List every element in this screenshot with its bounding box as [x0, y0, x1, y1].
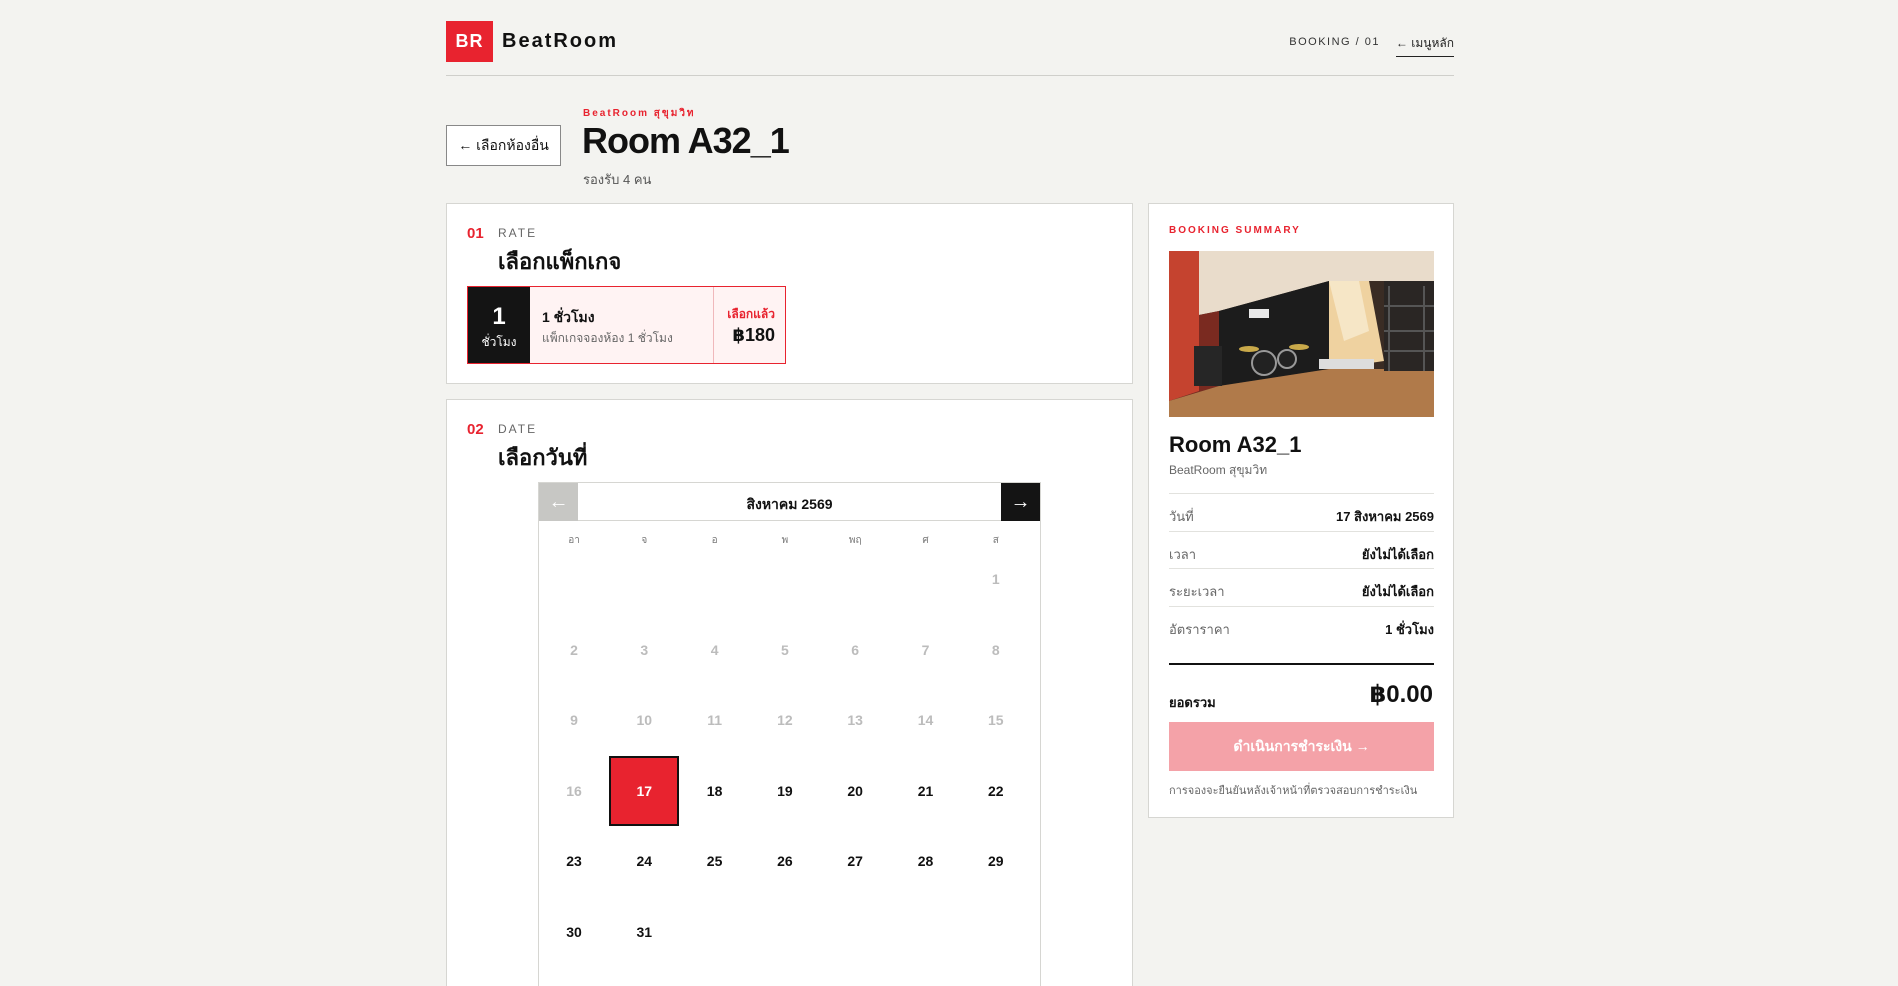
calendar-day-16: 16 — [566, 782, 582, 799]
summary-row-label: เวลา — [1169, 547, 1197, 562]
logo[interactable]: BR — [446, 21, 493, 62]
calendar-day-8: 8 — [991, 641, 1000, 658]
weekday-label: ศ — [922, 535, 929, 546]
summary-row-label: อัตราราคา — [1169, 622, 1230, 637]
step-label: DATE — [498, 422, 538, 436]
calendar-day-31[interactable]: 31 — [609, 897, 679, 967]
calendar-day-23[interactable]: 23 — [539, 826, 609, 896]
step-title: เลือกแพ็กเกจ — [498, 249, 622, 274]
calendar-day-2: 2 — [570, 641, 578, 658]
payment-note: การจองจะยืนยันหลังเจ้าหน้าที่ตรวจสอบการช… — [1169, 785, 1418, 797]
calendar-day-6: 6 — [851, 641, 860, 658]
weekday-label: อ — [711, 535, 718, 546]
choose-other-room-button[interactable]: ← เลือกห้องอื่น — [446, 125, 561, 166]
calendar-day-7: 7 — [921, 641, 930, 658]
date-panel: 02 DATE เลือกวันที่ ← สิงหาคม 2569 → อา จ… — [446, 399, 1133, 986]
package-hours: 1 — [492, 303, 506, 330]
summary-row-value: ยังไม่ได้เลือก — [1361, 584, 1434, 599]
summary-row-date: วันที่ 17 สิงหาคม 2569 — [1169, 493, 1434, 531]
calendar-day-21[interactable]: 21 — [891, 756, 961, 826]
room-branch: BeatRoom สุขุมวิท — [583, 108, 696, 119]
calendar-day-24[interactable]: 24 — [609, 826, 679, 896]
calendar-day-29[interactable]: 29 — [961, 826, 1031, 896]
calendar-day-9: 9 — [570, 712, 578, 728]
package-hours-unit: ชั่วโมง — [481, 335, 517, 349]
calendar-day-27[interactable]: 27 — [820, 826, 890, 896]
summary-row-value: ยังไม่ได้เลือก — [1361, 547, 1434, 562]
package-price-box: เลือกแล้ว ฿180 — [713, 287, 785, 363]
summary-label: BOOKING SUMMARY — [1169, 225, 1301, 236]
summary-branch: BeatRoom สุขุมวิท — [1169, 463, 1268, 477]
calendar-day-14: 14 — [917, 712, 934, 728]
calendar-day-3: 3 — [640, 641, 649, 658]
page-title: Room A32_1 — [582, 120, 790, 161]
summary-room-name: Room A32_1 — [1169, 432, 1302, 457]
calendar-header: ← สิงหาคม 2569 → — [539, 483, 1040, 521]
calendar-day-17[interactable]: 17 — [609, 755, 680, 826]
rate-panel: 01 RATE เลือกแพ็กเกจ 1 ชั่วโมง 1 ชั่วโมง… — [446, 203, 1133, 384]
total-label: ยอดรวม — [1169, 695, 1216, 710]
breadcrumb: BOOKING / 01 — [1289, 36, 1380, 48]
weekday-label: พ — [781, 535, 789, 546]
top-bar: BR BeatRoom BOOKING / 01 ← เมนูหลัก — [446, 0, 1454, 76]
calendar-day-18[interactable]: 18 — [680, 756, 750, 826]
calendar-day-25[interactable]: 25 — [680, 826, 750, 896]
summary-row-label: ระยะเวลา — [1169, 584, 1225, 599]
package-hours-badge: 1 ชั่วโมง — [468, 287, 530, 363]
room-capacity: รองรับ 4 คน — [583, 172, 652, 187]
calendar-day-20[interactable]: 20 — [820, 756, 890, 826]
weekday-label: อา — [568, 535, 580, 546]
calendar-day-12: 12 — [777, 712, 793, 728]
calendar-day-30[interactable]: 30 — [539, 897, 609, 967]
calendar-day-26[interactable]: 26 — [750, 826, 820, 896]
package-option[interactable]: 1 ชั่วโมง 1 ชั่วโมง แพ็กเกจจองห้อง 1 ชั่… — [467, 286, 786, 364]
summary-row-label: วันที่ — [1169, 509, 1194, 524]
calendar-day-5: 5 — [780, 641, 789, 658]
summary-row-duration: ระยะเวลา ยังไม่ได้เลือก — [1169, 568, 1434, 606]
step-title: เลือกวันที่ — [498, 445, 588, 470]
calendar-day-22[interactable]: 22 — [961, 756, 1031, 826]
calendar-day-28[interactable]: 28 — [891, 826, 961, 896]
summary-row-value: 1 ชั่วโมง — [1385, 622, 1434, 637]
package-name: 1 ชั่วโมง — [542, 309, 595, 325]
calendar-day-19[interactable]: 19 — [750, 756, 820, 826]
step-number: 01 — [467, 225, 484, 242]
calendar: ← สิงหาคม 2569 → อาจอพพฤศส 1 2 3 4 5 6 7 8 9 10 11 1… — [538, 482, 1041, 986]
summary-row-rate: อัตราราคา 1 ชั่วโมง — [1169, 606, 1434, 644]
room-photo-image — [1169, 251, 1434, 417]
brand-name[interactable]: BeatRoom — [502, 30, 618, 53]
calendar-day-4: 4 — [710, 641, 719, 658]
summary-row-time: เวลา ยังไม่ได้เลือก — [1169, 531, 1434, 569]
package-selected-status: เลือกแล้ว — [727, 307, 775, 321]
total-amount: ฿0.00 — [1369, 681, 1433, 708]
proceed-payment-button[interactable]: ดำเนินการชำระเงิน → — [1169, 722, 1434, 771]
main-menu-link[interactable]: ← เมนูหลัก — [1395, 34, 1454, 57]
calendar-month: สิงหาคม 2569 — [746, 496, 833, 512]
step-label: RATE — [498, 226, 538, 240]
calendar-day-15: 15 — [988, 712, 1004, 728]
room-photo — [1169, 251, 1434, 417]
weekday-label: พฤ — [848, 535, 862, 546]
package-price: ฿180 — [732, 325, 775, 345]
total-divider — [1169, 663, 1434, 665]
calendar-day-1: 1 — [991, 571, 1000, 587]
package-description: แพ็กเกจจองห้อง 1 ชั่วโมง — [542, 331, 673, 345]
calendar-day-11: 11 — [707, 712, 722, 728]
calendar-day-10: 10 — [636, 712, 653, 728]
weekday-label: จ — [641, 535, 648, 546]
summary-row-value: 17 สิงหาคม 2569 — [1335, 509, 1434, 524]
step-number: 02 — [467, 421, 484, 438]
next-month-button[interactable]: → — [1001, 483, 1040, 521]
booking-summary: BOOKING SUMMARY Room A32_1 BeatRoom สุขุ… — [1148, 203, 1454, 818]
page: BR BeatRoom BOOKING / 01 ← เมนูหลัก ← เล… — [446, 0, 1454, 986]
prev-month-button[interactable]: ← — [539, 483, 578, 521]
calendar-day-13: 13 — [847, 712, 863, 728]
